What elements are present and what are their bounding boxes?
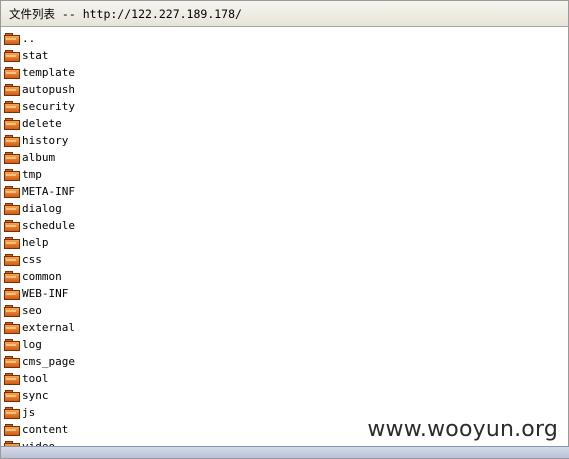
folder-icon — [4, 219, 20, 232]
folder-icon — [4, 202, 20, 215]
folder-icon — [4, 100, 20, 113]
folder-item-label: META-INF — [22, 185, 75, 198]
file-list-window: 文件列表 -- http://122.227.189.178/ .. stat … — [0, 0, 569, 459]
folder-icon — [4, 389, 20, 402]
title-bar: 文件列表 -- http://122.227.189.178/ — [1, 1, 568, 27]
folder-item-security[interactable]: security — [4, 98, 564, 115]
folder-icon — [4, 117, 20, 130]
folder-icon — [4, 321, 20, 334]
folder-item-label: common — [22, 270, 62, 283]
folder-item-meta-inf[interactable]: META-INF — [4, 183, 564, 200]
bottom-scrollbar[interactable] — [1, 446, 569, 458]
folder-icon — [4, 151, 20, 164]
folder-item-label: delete — [22, 117, 62, 130]
folder-item-sync[interactable]: sync — [4, 387, 564, 404]
folder-item-cms-page[interactable]: cms_page — [4, 353, 564, 370]
folder-item-label: seo — [22, 304, 42, 317]
folder-item-label: external — [22, 321, 75, 334]
folder-item-label: js — [22, 406, 36, 419]
folder-item-seo[interactable]: seo — [4, 302, 564, 319]
folder-item-schedule[interactable]: schedule — [4, 217, 564, 234]
folder-item-label: history — [22, 134, 69, 147]
folder-icon — [4, 372, 20, 385]
folder-item-autopush[interactable]: autopush — [4, 81, 564, 98]
folder-item-label: tmp — [22, 168, 42, 181]
folder-item-label: stat — [22, 49, 49, 62]
watermark: www.wooyun.org — [367, 417, 558, 442]
folder-item-label: album — [22, 151, 56, 164]
folder-icon — [4, 185, 20, 198]
folder-icon — [4, 338, 20, 351]
folder-item-web-inf[interactable]: WEB-INF — [4, 285, 564, 302]
folder-icon — [4, 83, 20, 96]
folder-item-label: content — [22, 423, 69, 436]
folder-item-common[interactable]: common — [4, 268, 564, 285]
folder-item-label: .. — [22, 32, 36, 45]
folder-item-label: schedule — [22, 219, 75, 232]
folder-icon — [4, 287, 20, 300]
folder-item-log[interactable]: log — [4, 336, 564, 353]
folder-item-label: autopush — [22, 83, 75, 96]
folder-icon — [4, 66, 20, 79]
folder-item-parent[interactable]: .. — [4, 30, 564, 47]
folder-item-tmp[interactable]: tmp — [4, 166, 564, 183]
folder-item-label: log — [22, 338, 42, 351]
folder-item-external[interactable]: external — [4, 319, 564, 336]
folder-item-label: tool — [22, 372, 49, 385]
folder-item-stat[interactable]: stat — [4, 47, 564, 64]
folder-icon — [4, 49, 20, 62]
folder-icon — [4, 423, 20, 436]
folder-item-tool[interactable]: tool — [4, 370, 564, 387]
folder-item-label: cms_page — [22, 355, 75, 368]
window-title: 文件列表 -- http://122.227.189.178/ — [9, 7, 242, 21]
folder-item-template[interactable]: template — [4, 64, 564, 81]
folder-item-css[interactable]: css — [4, 251, 564, 268]
folder-item-label: help — [22, 236, 49, 249]
folder-item-label: WEB-INF — [22, 287, 69, 300]
folder-icon — [4, 134, 20, 147]
folder-icon — [4, 253, 20, 266]
folder-icon — [4, 32, 20, 45]
folder-item-album[interactable]: album — [4, 149, 564, 166]
folder-icon — [4, 236, 20, 249]
folder-item-label: security — [22, 100, 75, 113]
folder-item-label: template — [22, 66, 75, 79]
folder-item-dialog[interactable]: dialog — [4, 200, 564, 217]
folder-list: .. stat template autopush security delet… — [4, 30, 564, 448]
folder-icon — [4, 304, 20, 317]
folder-icon — [4, 355, 20, 368]
folder-icon — [4, 168, 20, 181]
folder-item-history[interactable]: history — [4, 132, 564, 149]
folder-item-label: dialog — [22, 202, 62, 215]
folder-item-label: sync — [22, 389, 49, 402]
folder-item-help[interactable]: help — [4, 234, 564, 251]
folder-icon — [4, 406, 20, 419]
folder-icon — [4, 270, 20, 283]
folder-item-delete[interactable]: delete — [4, 115, 564, 132]
folder-item-label: css — [22, 253, 42, 266]
